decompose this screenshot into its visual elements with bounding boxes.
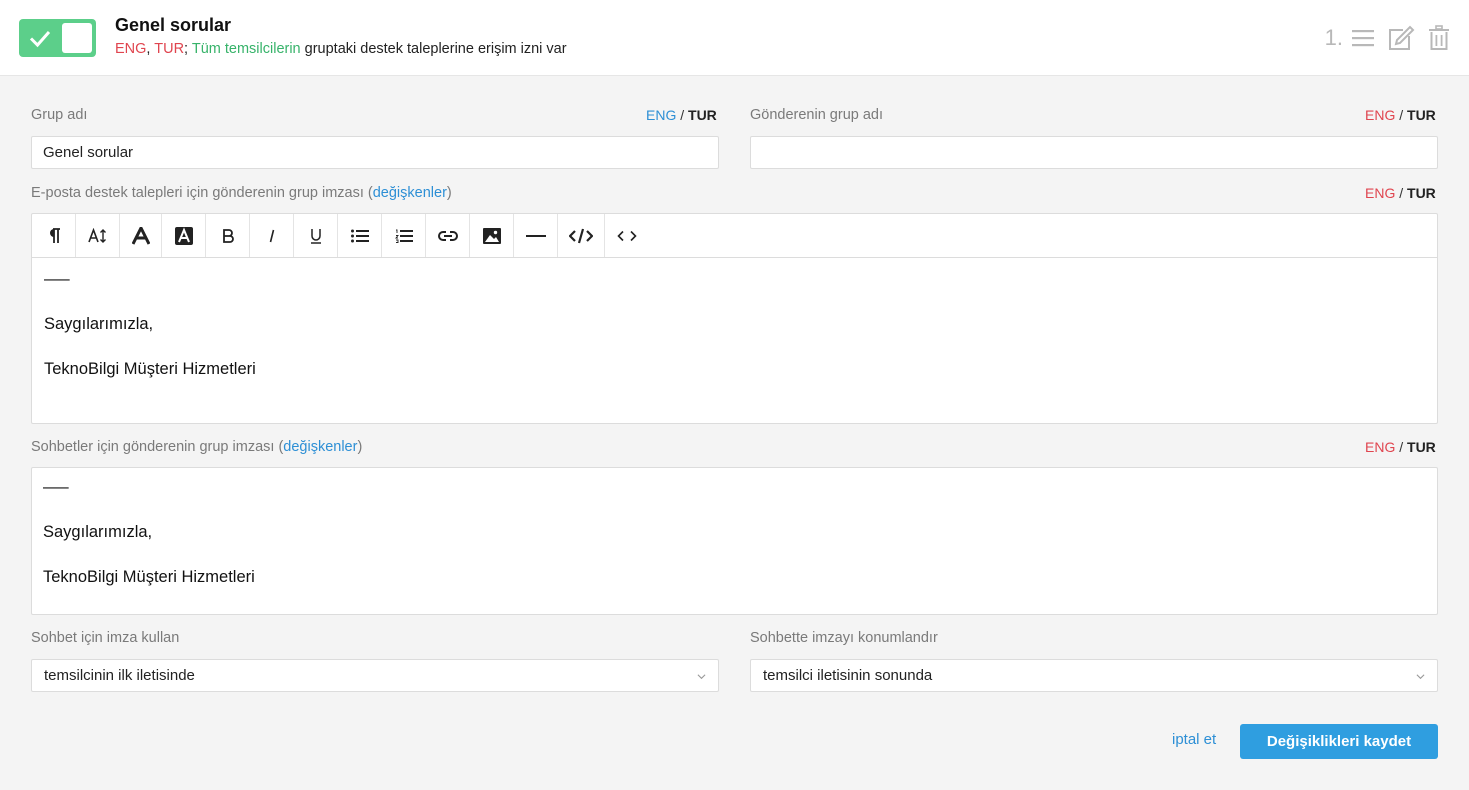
lang-tur-active[interactable]: TUR (1407, 439, 1436, 455)
lang-separator: / (1399, 107, 1404, 123)
lang-eng-link[interactable]: ENG (646, 107, 676, 123)
group-name-input[interactable]: Genel sorular (31, 136, 719, 169)
link-icon[interactable] (426, 214, 470, 257)
reorder-icon[interactable] (1349, 24, 1377, 52)
use-signature-value: temsilcinin ilk iletisinde (44, 667, 195, 684)
position-signature-value: temsilci iletisinin sonunda (763, 667, 933, 684)
bold-icon[interactable] (206, 214, 250, 257)
group-title: Genel sorular (115, 15, 232, 35)
italic-icon[interactable] (250, 214, 294, 257)
use-signature-select[interactable]: temsilcinin ilk iletisinde (31, 659, 719, 692)
signature-line: Saygılarımızla, (44, 315, 154, 333)
font-size-icon[interactable] (76, 214, 120, 257)
summary-semicolon: ; (184, 41, 189, 57)
toggle-knob (62, 23, 92, 53)
lang-tur-tag: TUR (154, 41, 185, 57)
group-access-summary: ENG, TUR; Tüm temsilcilerin gruptaki des… (115, 41, 567, 57)
chat-signature-textarea[interactable]: —– Saygılarımızla, TeknoBilgi Müşteri Hi… (31, 467, 1438, 615)
lang-tur-active[interactable]: TUR (1407, 185, 1436, 201)
trash-icon[interactable] (1425, 24, 1453, 52)
signature-line: TeknoBilgi Müşteri Hizmetleri (43, 568, 255, 586)
group-name-lang-switch: ENG / TUR (646, 107, 717, 123)
header-actions: 1. (1325, 24, 1453, 52)
group-enabled-toggle[interactable] (19, 19, 96, 57)
save-changes-button[interactable]: Değişiklikleri kaydet (1240, 724, 1438, 759)
group-name-label: Grup adı (31, 107, 88, 123)
lang-separator: / (1399, 185, 1404, 201)
check-icon (29, 31, 51, 48)
group-header: Genel sorular ENG, TUR; Tüm temsilcileri… (0, 0, 1469, 76)
cancel-button[interactable]: iptal et (1172, 731, 1216, 748)
sender-group-name-label: Gönderenin grup adı (750, 107, 884, 123)
order-number: 1. (1324, 25, 1343, 50)
lang-eng-link[interactable]: ENG (1365, 185, 1395, 201)
chevron-down-icon (697, 674, 706, 680)
lang-tur-active[interactable]: TUR (688, 107, 717, 123)
variables-link[interactable]: değişkenler (283, 439, 357, 455)
signature-line: TeknoBilgi Müşteri Hizmetleri (44, 360, 256, 378)
lang-separator: / (1399, 439, 1404, 455)
lang-tur-active[interactable]: TUR (1407, 107, 1436, 123)
signature-line: Saygılarımızla, (43, 523, 153, 541)
email-signature-editor[interactable]: —– Saygılarımızla, TeknoBilgi Müşteri Hi… (31, 213, 1438, 424)
label-paren: ) (357, 439, 363, 455)
signature-line: —– (43, 478, 69, 496)
underline-icon[interactable] (294, 214, 338, 257)
use-signature-label: Sohbet için imza kullan (31, 630, 180, 646)
chat-signature-content[interactable]: —– Saygılarımızla, TeknoBilgi Müşteri Hi… (43, 478, 255, 613)
image-icon[interactable] (470, 214, 514, 257)
position-signature-select[interactable]: temsilci iletisinin sonunda (750, 659, 1438, 692)
editor-toolbar (32, 214, 1437, 258)
lang-eng-link[interactable]: ENG (1365, 439, 1395, 455)
bullet-list-icon[interactable] (338, 214, 382, 257)
chat-signature-label: Sohbetler için gönderenin grup imzası (d… (31, 439, 362, 455)
source-code-icon[interactable] (605, 214, 649, 257)
sender-group-name-input[interactable] (750, 136, 1438, 169)
horizontal-rule-icon[interactable] (514, 214, 558, 257)
chevron-down-icon (1416, 674, 1425, 680)
summary-comma: , (146, 41, 151, 57)
email-signature-label-text: E-posta destek talepleri için gönderenin… (31, 185, 373, 201)
edit-icon[interactable] (1387, 24, 1415, 52)
paragraph-icon[interactable] (32, 214, 76, 257)
lang-eng-tag: ENG (115, 41, 147, 57)
email-signature-content[interactable]: —– Saygılarımızla, TeknoBilgi Müşteri Hi… (44, 270, 256, 405)
sender-group-name-lang-switch: ENG / TUR (1365, 107, 1436, 123)
text-color-icon[interactable] (120, 214, 162, 257)
lang-separator: / (680, 107, 685, 123)
signature-line: —– (44, 270, 70, 288)
label-paren: ) (446, 185, 452, 201)
email-signature-lang-switch: ENG / TUR (1365, 185, 1436, 201)
chat-signature-label-text: Sohbetler için gönderenin grup imzası ( (31, 439, 284, 455)
lang-eng-link[interactable]: ENG (1365, 107, 1395, 123)
background-color-icon[interactable] (162, 214, 206, 257)
access-description: gruptaki destek taleplerine erişim izni … (304, 41, 567, 57)
variables-link[interactable]: değişkenler (373, 185, 447, 201)
numbered-list-icon[interactable] (382, 214, 426, 257)
email-signature-label: E-posta destek talepleri için gönderenin… (31, 185, 452, 201)
position-signature-label: Sohbette imzayı konumlandır (750, 630, 938, 646)
agents-access-label: Tüm temsilcilerin (191, 41, 301, 57)
chat-signature-lang-switch: ENG / TUR (1365, 439, 1436, 455)
code-view-icon[interactable] (558, 214, 605, 257)
